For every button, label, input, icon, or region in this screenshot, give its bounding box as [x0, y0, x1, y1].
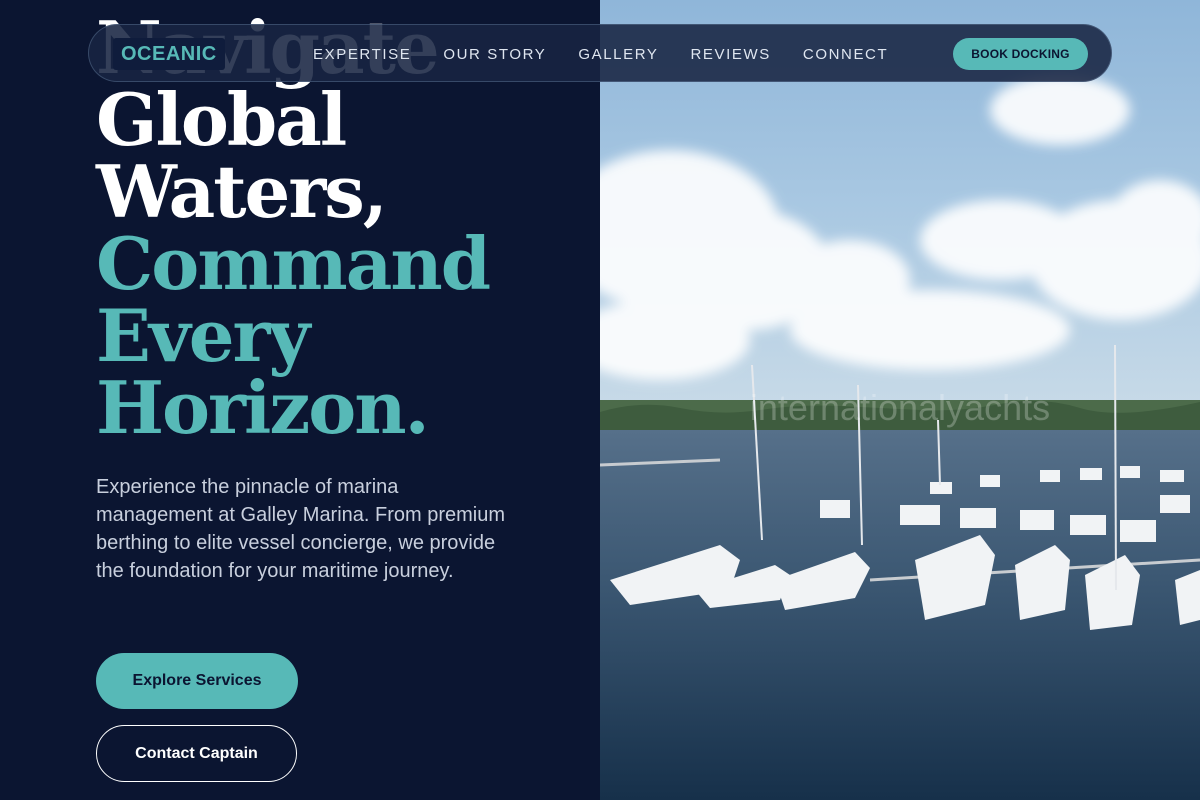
oceanic-logo[interactable]: OCEANIC [113, 38, 225, 70]
hero-panel: Navigate Global Waters, Command Every Ho… [0, 0, 600, 800]
explore-services-button[interactable]: Explore Services [96, 653, 298, 709]
nav-item-reviews[interactable]: REVIEWS [691, 46, 771, 63]
hero-description: Experience the pinnacle of marina manage… [96, 476, 506, 582]
nav-item-connect[interactable]: CONNECT [803, 46, 888, 63]
nav-item-gallery[interactable]: GALLERY [578, 46, 658, 63]
photo-watermark: internationalyachts [750, 387, 1050, 428]
nav-item-our-story[interactable]: OUR STORY [443, 46, 546, 63]
top-navbar: OCEANIC EXPERTISE OUR STORY GALLERY REVI… [88, 24, 1112, 82]
contact-captain-button[interactable]: Contact Captain [96, 725, 297, 782]
hero-title-line-1: Global [96, 77, 347, 162]
hero-title-accent-1: Command [96, 221, 491, 306]
nav-menu: EXPERTISE OUR STORY GALLERY REVIEWS CONN… [313, 25, 920, 83]
marina-photo: internationalyachts [600, 0, 1200, 800]
hero-title-accent-2: Every [96, 293, 310, 378]
nav-item-expertise[interactable]: EXPERTISE [313, 46, 411, 63]
hero-title-accent-3: Horizon. [96, 365, 430, 450]
hero-title-line-2: Waters, [96, 149, 388, 234]
book-docking-button[interactable]: BOOK DOCKING [953, 38, 1088, 70]
